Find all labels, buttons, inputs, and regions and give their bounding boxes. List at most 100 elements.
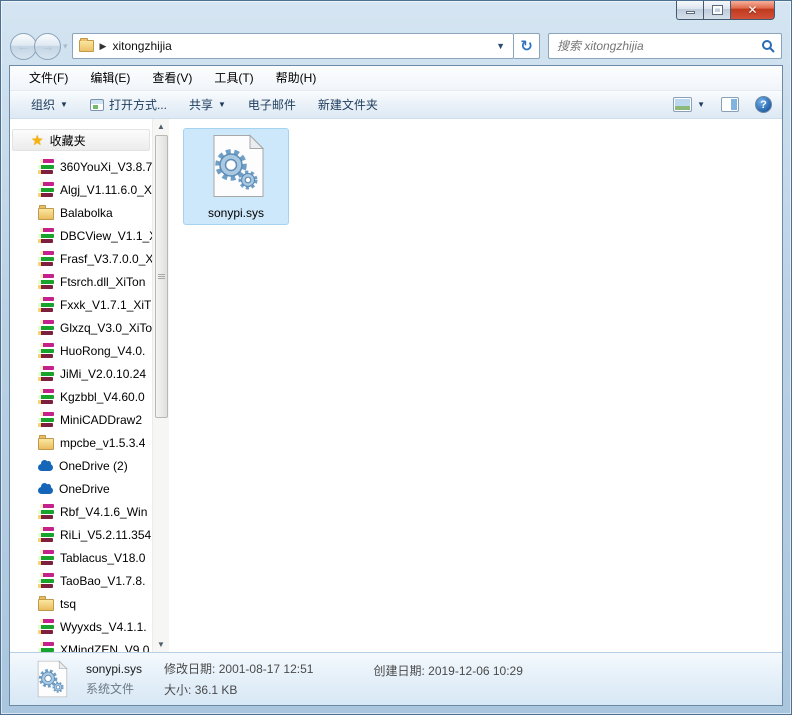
sidebar-item-onedrive-2-[interactable]: OneDrive (2) [10,454,152,477]
caption-buttons: ✕ [676,1,775,20]
details-file-type: 系统文件 [86,681,135,696]
sidebar-item-minicaddraw2[interactable]: MiniCADDraw2 [10,408,152,431]
scrollbar-thumb[interactable] [154,135,168,418]
rar-icon [38,274,54,289]
breadcrumb-arrow-icon[interactable]: ▶ [100,41,107,52]
explorer-window: ✕ ← → ▾ ▶ xitongzhijia ▼ ↻ 文件(F) 编辑(E) 查… [0,0,792,715]
sidebar-item-wyyxds-v4-1-1-[interactable]: Wyyxds_V4.1.1. [10,615,152,638]
minimize-button[interactable] [676,1,703,20]
maximize-button[interactable] [703,1,730,20]
cloud-icon [38,482,53,494]
menu-file[interactable]: 文件(F) [18,66,79,91]
sys-file-gears-icon [213,134,265,197]
file-item-sonypi[interactable]: sonypi.sys [183,128,289,225]
sidebar-item-algj-v1-11-6-0-x[interactable]: Algj_V1.11.6.0_X [10,178,152,201]
share-label: 共享 [188,98,213,112]
new-folder-button[interactable]: 新建文件夹 [307,94,389,116]
sidebar-item-kgzbbl-v4-60-0[interactable]: Kgzbbl_V4.60.0 [10,385,152,408]
email-button[interactable]: 电子邮件 [237,94,307,116]
forward-button[interactable]: → [34,32,61,60]
search-icon[interactable] [761,39,775,53]
sidebar-list: 360YouXi_V3.8.7 Algj_V1.11.6.0_X Balabolka… [10,155,152,652]
organize-button[interactable]: 组织 ▼ [20,94,79,116]
sidebar-item-taobao-v1-7-8-[interactable]: TaoBao_V1.7.8. [10,569,152,592]
sidebar-item-mpcbe-v1-5-3-4[interactable]: mpcbe_v1.5.3.4 [10,431,152,454]
sidebar-item-label: mpcbe_v1.5.3.4 [60,435,146,450]
maximize-icon [711,5,723,15]
sidebar-item-tablacus-v18-0[interactable]: Tablacus_V18.0 [10,546,152,569]
change-view-icon[interactable] [673,97,693,112]
search-box[interactable] [548,33,782,59]
modified-date-value: 2001-08-17 12:51 [218,662,314,676]
organize-label: 组织 [31,98,56,112]
details-created-column: 创建日期: 2019-12-06 10:29 [373,660,522,698]
sidebar-item-label: OneDrive (2) [59,458,128,473]
sidebar-item-rili-v5-2-11-354[interactable]: RiLi_V5.2.11.354 [10,523,152,546]
forward-arrow-icon: → [40,38,55,54]
folder-icon [38,434,54,450]
close-button[interactable]: ✕ [730,1,775,20]
preview-pane-icon[interactable] [721,97,739,112]
menu-tools[interactable]: 工具(T) [203,66,264,91]
rar-icon [38,389,54,404]
folder-icon [78,38,94,52]
refresh-button[interactable]: ↻ [514,33,540,59]
scroll-down-icon[interactable]: ▼ [153,637,169,652]
sidebar-item-frasf-v3-7-0-0-x[interactable]: Frasf_V3.7.0.0_X [10,247,152,270]
views-chevron-icon[interactable]: ▼ [697,100,705,109]
menu-edit[interactable]: 编辑(E) [79,66,141,91]
back-arrow-icon: ← [16,38,31,54]
close-icon: ✕ [747,3,758,17]
sidebar-item-label: 360YouXi_V3.8.7 [60,159,152,174]
open-with-label: 打开方式... [108,98,167,112]
sidebar-item-jimi-v2-0-10-24[interactable]: JiMi_V2.0.10.24 [10,362,152,385]
sidebar-item-glxzq-v3-0-xito[interactable]: Glxzq_V3.0_XiTo [10,316,152,339]
sidebar-item-label: Kgzbbl_V4.60.0 [60,389,145,404]
menu-view[interactable]: 查看(V) [141,66,203,91]
chevron-down-icon: ▼ [60,100,68,109]
rar-icon [38,619,54,634]
back-button[interactable]: ← [10,32,37,60]
file-list-area[interactable]: sonypi.sys [169,119,782,652]
recent-pages-chevron-icon[interactable]: ▾ [63,41,68,52]
menu-help[interactable]: 帮助(H) [265,66,328,91]
email-label: 电子邮件 [247,98,296,112]
sidebar-scrollbar[interactable]: ▲ ▼ [152,119,169,652]
sidebar-item-label: Algj_V1.11.6.0_X [60,182,152,197]
favorites-header[interactable]: ★ 收藏夹 [12,129,150,151]
sidebar-item-tsq[interactable]: tsq [10,592,152,615]
modified-date-label: 修改日期: [164,662,216,676]
sidebar-item-balabolka[interactable]: Balabolka [10,201,152,224]
rar-icon [38,228,54,243]
help-icon[interactable]: ? [755,96,772,113]
sidebar-item-dbcview-v1-1-x[interactable]: DBCView_V1.1_X [10,224,152,247]
application-window-icon [89,98,104,111]
sidebar-item-360youxi-v3-8-7[interactable]: 360YouXi_V3.8.7 [10,155,152,178]
refresh-icon: ↻ [520,38,533,55]
command-bar: 组织 ▼ 打开方式... 共享 ▼ 电子邮件 新建文件夹 ▼ ? [10,91,782,119]
address-bar[interactable]: ▶ xitongzhijia ▼ [71,33,514,59]
sidebar-item-huorong-v4-0-[interactable]: HuoRong_V4.0. [10,339,152,362]
sidebar-item-label: TaoBao_V1.7.8. [60,573,146,588]
navigation-bar: ← → ▾ ▶ xitongzhijia ▼ ↻ [10,27,782,65]
sidebar-item-ftsrch-dll-xiton[interactable]: Ftsrch.dll_XiTon [10,270,152,293]
sidebar-item-label: Balabolka [60,205,113,220]
sidebar-item-rbf-v4-1-6-win[interactable]: Rbf_V4.1.6_Win [10,500,152,523]
sidebar-item-label: JiMi_V2.0.10.24 [60,366,147,381]
address-dropdown-icon[interactable]: ▼ [492,41,509,51]
rar-icon [38,343,54,358]
scroll-up-icon[interactable]: ▲ [153,119,169,134]
rar-icon [38,182,54,197]
sidebar-item-label: tsq [60,596,77,611]
open-with-button[interactable]: 打开方式... [79,94,178,116]
sidebar-item-label: Tablacus_V18.0 [60,550,146,565]
sidebar-item-fxxk-v1-7-1-xit[interactable]: Fxxk_V1.7.1_XiT [10,293,152,316]
sidebar-item-onedrive[interactable]: OneDrive [10,477,152,500]
details-name-column: sonypi.sys 系统文件 [86,660,142,698]
search-input[interactable] [555,38,761,54]
sidebar-item-label: OneDrive [59,481,110,496]
sidebar-item-xmindzen-v9-0[interactable]: XMindZEN_V9.0 [10,638,152,652]
sidebar-item-label: DBCView_V1.1_X [60,228,152,243]
share-button[interactable]: 共享 ▼ [178,94,237,116]
breadcrumb[interactable]: xitongzhijia [112,39,171,53]
